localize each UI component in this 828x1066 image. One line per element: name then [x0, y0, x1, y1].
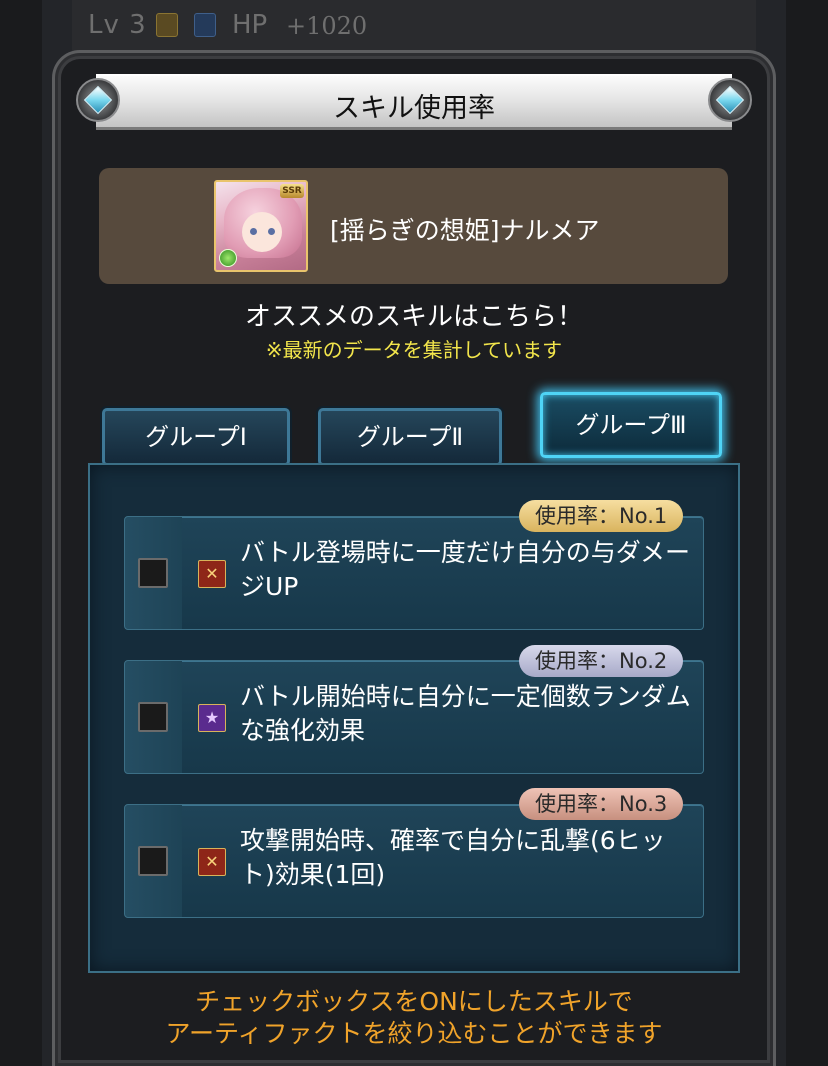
skill-row: ✕ 攻撃開始時、確率で自分に乱撃(6ヒット)効果(1回)	[124, 804, 704, 918]
usage-rank-badge: 使用率：No.2	[519, 645, 684, 677]
attack-icon: ✕	[198, 848, 226, 876]
skill-description: バトル開始時に自分に一定個数ランダムな強化効果	[240, 682, 691, 745]
background-shield-icon	[194, 13, 216, 37]
tab-group-2[interactable]: グループⅡ	[318, 408, 502, 466]
data-note: ※最新のデータを集計しています	[265, 338, 563, 362]
right-gem-ornament-icon	[708, 78, 752, 122]
background-level: Lv 3	[88, 10, 147, 40]
footer-hint-line-1: チェックボックスをONにしたスキルで	[195, 987, 633, 1016]
background-right-edge	[786, 0, 828, 1066]
usage-rank-badge: 使用率：No.1	[519, 500, 684, 532]
tab-group-2-label: グループⅡ	[356, 423, 464, 451]
background-badge-icon	[156, 13, 178, 37]
background-hp-label: HP	[232, 10, 268, 40]
skill-checkbox[interactable]	[138, 846, 168, 876]
skill-description: バトル登場時に一度だけ自分の与ダメージUP	[240, 538, 691, 601]
attack-icon: ✕	[198, 560, 226, 588]
tab-group-1-label: グループⅠ	[145, 423, 247, 451]
left-gem-ornament-icon	[76, 78, 120, 122]
dialog-title-bar: スキル使用率	[96, 74, 732, 130]
rarity-badge: SSR	[280, 184, 304, 198]
recommend-heading: オススメのスキルはこちら！	[244, 302, 583, 332]
skill-row: ✕ バトル登場時に一度だけ自分の与ダメージUP	[124, 516, 704, 630]
tab-group-1[interactable]: グループⅠ	[102, 408, 290, 466]
character-portrait: SSR	[214, 180, 308, 272]
tab-group-3-label: グループⅢ	[575, 411, 687, 439]
background-hp-value: +1020	[286, 12, 368, 40]
usage-rank-badge: 使用率：No.3	[519, 788, 684, 820]
skill-checkbox[interactable]	[138, 702, 168, 732]
skill-checkbox[interactable]	[138, 558, 168, 588]
footer-hint: チェックボックスをONにしたスキルで アーティファクトを絞り込むことができます	[0, 986, 828, 1050]
skill-description: 攻撃開始時、確率で自分に乱撃(6ヒット)効果(1回)	[240, 826, 666, 889]
footer-hint-line-2: アーティファクトを絞り込むことができます	[165, 1019, 663, 1048]
character-name: [揺らぎの想姫]ナルメア	[330, 216, 600, 245]
buff-star-icon: ★	[198, 704, 226, 732]
dialog-title: スキル使用率	[333, 93, 495, 124]
background-left-edge	[0, 0, 42, 1066]
skill-row: ★ バトル開始時に自分に一定個数ランダムな強化効果	[124, 660, 704, 774]
tab-group-3[interactable]: グループⅢ	[540, 392, 722, 458]
wind-element-icon	[219, 249, 237, 267]
